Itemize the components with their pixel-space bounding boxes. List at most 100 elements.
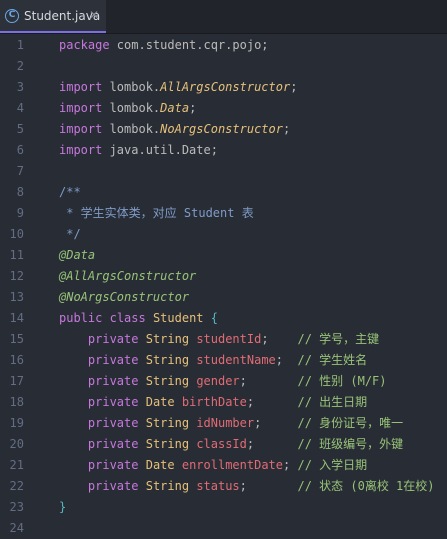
code-token: // 出生日期: [254, 395, 368, 409]
code-token: String: [145, 332, 190, 346]
code-line[interactable]: 20 private String classId; // 班级编号，外键: [0, 434, 447, 455]
code-token: Date: [145, 458, 175, 472]
code-line[interactable]: 19 private String idNumber; // 身份证号，唯一: [0, 413, 447, 434]
code-token: lombok.: [102, 101, 161, 115]
line-number: 4: [16, 101, 24, 115]
code-line[interactable]: 14 public class Student {: [0, 308, 447, 329]
code-token: import: [59, 143, 103, 157]
code-token: String: [145, 437, 190, 451]
code-text: import lombok.NoArgsConstructor;: [59, 119, 290, 140]
code-token: * 学生实体类，对应 Student 表: [59, 206, 254, 220]
code-text: * 学生实体类，对应 Student 表: [59, 203, 254, 224]
code-line[interactable]: 16 private String studentName; // 学生姓名: [0, 350, 447, 371]
code-line[interactable]: 17 private String gender; // 性别 (M/F): [0, 371, 447, 392]
code-token: // 性别 (M/F): [246, 374, 387, 388]
code-text: private String studentName; // 学生姓名: [59, 350, 367, 371]
code-token: classId: [196, 437, 247, 451]
line-number: 12: [9, 269, 24, 283]
code-line[interactable]: 8 /**: [0, 182, 447, 203]
code-line[interactable]: 12 @AllArgsConstructor: [0, 266, 447, 287]
code-token: ;: [282, 122, 291, 136]
code-line[interactable]: 23}: [0, 497, 447, 518]
code-token: String: [145, 416, 190, 430]
line-number: 14: [9, 311, 24, 325]
code-token: */: [59, 227, 81, 241]
line-number: 11: [9, 248, 24, 262]
code-line[interactable]: 24: [0, 518, 447, 539]
code-text: /**: [59, 182, 81, 203]
code-line[interactable]: 2: [0, 56, 447, 77]
code-token: private: [59, 374, 139, 388]
tab-student-java[interactable]: C Student.java ✕: [0, 0, 106, 33]
code-text: public class Student {: [59, 308, 218, 329]
code-token: import: [59, 101, 103, 115]
code-token: enrollmentDate: [181, 458, 284, 472]
code-token: birthDate: [181, 395, 247, 409]
code-token: idNumber: [196, 416, 255, 430]
code-token: java.util.Date;: [102, 143, 218, 157]
code-line[interactable]: 15 private String studentId; // 学号，主键: [0, 329, 447, 350]
code-token: ;: [275, 353, 284, 367]
line-number: 5: [16, 122, 24, 136]
code-token: lombok.: [102, 122, 161, 136]
code-line[interactable]: 6 import java.util.Date;: [0, 140, 447, 161]
class-icon: C: [5, 9, 19, 23]
line-number: 1: [16, 38, 24, 52]
code-token: studentName: [196, 353, 276, 367]
code-line[interactable]: 13 @NoArgsConstructor: [0, 287, 447, 308]
code-line[interactable]: 10 */: [0, 224, 447, 245]
line-number: 3: [16, 80, 24, 94]
code-line[interactable]: 7: [0, 161, 447, 182]
line-number: 19: [9, 416, 24, 430]
code-token: studentId: [196, 332, 262, 346]
code-token: @Data: [59, 248, 96, 262]
code-token: gender: [196, 374, 240, 388]
line-number: 22: [9, 479, 24, 493]
code-line[interactable]: 21 private Date enrollmentDate; // 入学日期: [0, 455, 447, 476]
line-number: 7: [16, 164, 24, 178]
code-token: status: [196, 479, 240, 493]
code-text: import lombok.AllArgsConstructor;: [59, 77, 297, 98]
code-line[interactable]: 5 import lombok.NoArgsConstructor;: [0, 119, 447, 140]
code-line[interactable]: 1 package com.student.cqr.pojo;: [0, 35, 447, 56]
code-token: @AllArgsConstructor: [59, 269, 197, 283]
code-token: Student: [152, 311, 204, 325]
code-token: // 身份证号，唯一: [261, 416, 404, 430]
code-token: class: [109, 311, 146, 325]
line-number: 6: [16, 143, 24, 157]
code-line[interactable]: 18 private Date birthDate; // 出生日期: [0, 392, 447, 413]
line-number: 2: [16, 59, 24, 73]
code-token: ;: [239, 479, 247, 493]
code-token: AllArgsConstructor: [160, 80, 291, 94]
line-number: 13: [9, 290, 24, 304]
code-token: // 学生姓名: [283, 353, 368, 367]
code-token: // 入学日期: [290, 458, 368, 472]
code-text: @Data: [59, 245, 95, 266]
line-number: 10: [9, 227, 24, 241]
code-line[interactable]: 4 import lombok.Data;: [0, 98, 447, 119]
line-number: 21: [9, 458, 24, 472]
line-number: 16: [9, 353, 24, 367]
code-line[interactable]: 22 private String status; // 状态 (0离校 1在校…: [0, 476, 447, 497]
code-text: private String status; // 状态 (0离校 1在校): [59, 476, 435, 497]
code-text: package com.student.cqr.pojo;: [59, 35, 269, 56]
code-line[interactable]: 3 import lombok.AllArgsConstructor;: [0, 77, 447, 98]
code-text: }: [59, 497, 66, 518]
line-number: 20: [9, 437, 24, 451]
code-token: // 班级编号，外键: [254, 437, 404, 451]
code-editor[interactable]: 1 package com.student.cqr.pojo; 2 3 import l…: [0, 34, 447, 535]
code-text: import lombok.Data;: [59, 98, 196, 119]
code-line[interactable]: 11 @Data: [0, 245, 447, 266]
code-token: ;: [290, 80, 298, 94]
code-text: private String idNumber; // 身份证号，唯一: [59, 413, 403, 434]
code-token: @NoArgsConstructor: [59, 290, 190, 304]
code-text: private String classId; // 班级编号，外键: [59, 434, 403, 455]
line-number: 23: [9, 500, 24, 514]
close-icon[interactable]: ✕: [89, 8, 99, 23]
code-line[interactable]: 9 * 学生实体类，对应 Student 表: [0, 203, 447, 224]
line-number: 9: [16, 206, 24, 220]
